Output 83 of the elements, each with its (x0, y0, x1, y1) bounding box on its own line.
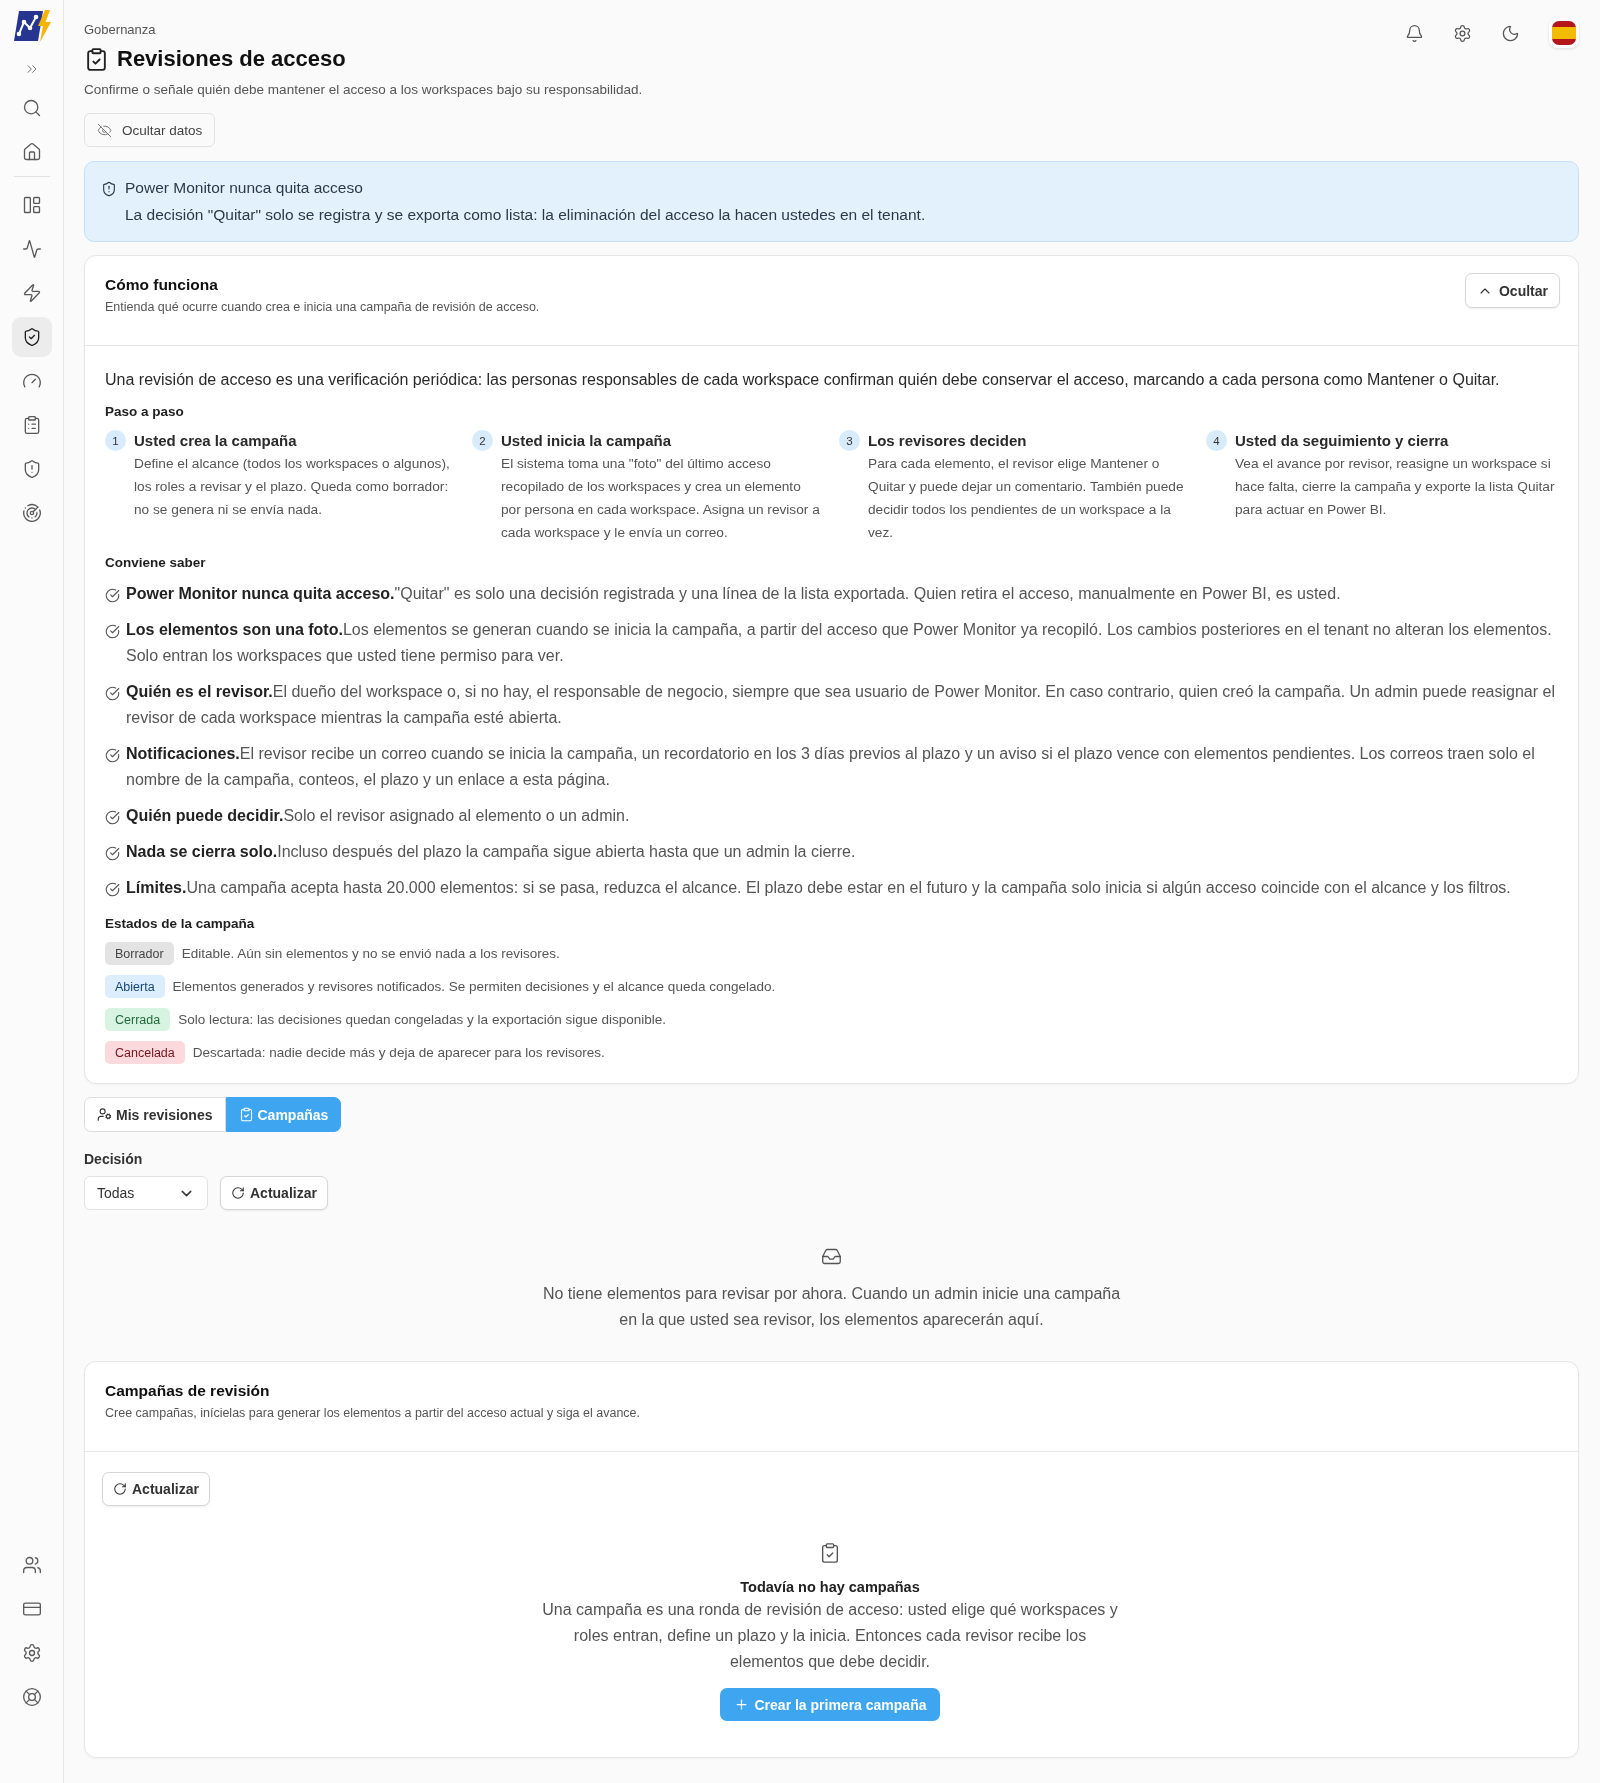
eye-off-icon (97, 122, 112, 138)
lightning-icon (21, 283, 42, 303)
home-icon (21, 142, 42, 162)
plus-icon (733, 1697, 749, 1712)
bell-icon[interactable] (1405, 23, 1424, 43)
step-title: Los revisores deciden (868, 431, 1028, 451)
check-circle-icon (105, 624, 120, 639)
user-icon (97, 1107, 112, 1122)
refresh-button[interactable]: Actualizar (102, 1472, 210, 1506)
section-heading: Conviene saber (105, 554, 207, 572)
check-circle-icon (105, 588, 120, 603)
step-number: 1 (105, 430, 126, 451)
status-badge: Abierta (105, 975, 165, 998)
note-text: Nada se cierra solo.Incluso después del plazo la campaña sigue abierta hasta que un admin la cierre. (126, 842, 856, 862)
lifebuoy-icon (21, 1687, 42, 1707)
intro-text: Una revisión de acceso es una verificación periódica: las personas responsables de cada workspace confirman quién debe conservar el acceso, marcando a cada persona como Mantener o Quitar. (105, 370, 1501, 390)
check-circle-icon (105, 882, 120, 897)
section-heading: Estados de la campaña (105, 915, 256, 933)
activity-icon (21, 239, 42, 259)
refresh-button[interactable]: Actualizar (220, 1176, 328, 1210)
section-heading: Paso a paso (105, 403, 185, 421)
card-subtitle: Entienda qué ocurre cuando crea e inicia una campaña de revisión de acceso. (105, 299, 540, 315)
step-description: Define el alcance (todos los workspaces o algunos), los roles a revisar y el plazo. Queda como borrador: no se genera ni se envía nada. (134, 455, 451, 519)
check-circle-icon (105, 846, 120, 861)
clipboard-check-icon (819, 1542, 841, 1564)
page-title: Revisiones de acceso (117, 45, 346, 73)
status-description: Elementos generados y revisores notificados. Se permiten decisiones y el alcance queda congelado. (172, 977, 776, 996)
radar-icon (21, 503, 42, 523)
status-badge: Cerrada (105, 1008, 171, 1031)
step-description: Para cada elemento, el revisor elige Mantener o Quitar y puede dejar un comentario. También puede decidir todos los pendientes de un workspace a la vez. (868, 455, 1185, 542)
check-circle-icon (105, 686, 120, 701)
step-number: 3 (839, 430, 860, 451)
note-text: Quién puede decidir.Solo el revisor asignado al elemento o un admin. (126, 806, 630, 826)
note-text: Límites.Una campaña acepta hasta 20.000 elementos: si se pasa, reduzca el alcance. El plazo debe estar en el futuro y la campaña solo inicia si algún acceso coincide con el alcance y los filtros. (126, 878, 1511, 898)
layout-icon (21, 195, 42, 215)
empty-message: No tiene elementos para revisar por ahora. Cuando un admin inicie una campaña en la que usted sea revisor, los elementos aparecerán aquí. (541, 1284, 1122, 1330)
decision-select[interactable]: Todas (84, 1176, 208, 1210)
note-text: Los elementos son una foto.Los elementos se generan cuando se inicia la campaña, a partir del acceso que Power Monitor ya recopiló. Los cambios posteriores en el tenant no alteran los elementos. Solo entran los workspaces que usted tiene permiso para ver. (126, 620, 1553, 666)
step-number: 4 (1206, 430, 1227, 451)
flag-icon (1552, 21, 1576, 45)
inbox-icon (821, 1246, 842, 1267)
check-circle-icon (105, 810, 120, 825)
banner-text: La decisión "Quitar" solo se registra y se exporta como lista: la eliminación del acceso la hacen ustedes en el tenant. (125, 205, 926, 225)
status-description: Solo lectura: las decisiones quedan congeladas y la exportación sigue disponible. (178, 1010, 666, 1029)
empty-message: Una campaña es una ronda de revisión de acceso: usted elige qué workspaces y roles entran, define un plazo y la inicia. Entonces cada revisor recibe los elementos que debe decidir. (541, 1600, 1119, 1672)
moon-icon[interactable] (1501, 23, 1520, 43)
hide-data-button[interactable]: Ocultar datos (84, 113, 216, 147)
field-label: Decisión (84, 1150, 144, 1168)
settings-icon (21, 1643, 42, 1663)
card-subtitle: Cree campañas, inícielas para generar los elementos a partir del acceso actual y siga el avance. (105, 1405, 640, 1421)
step-number: 2 (472, 430, 493, 451)
settings-icon[interactable] (1453, 23, 1472, 43)
banner-title: Power Monitor nunca quita acceso (125, 178, 364, 198)
empty-title: Todavía no hay campañas (740, 1578, 920, 1597)
shield-icon (101, 181, 117, 197)
collapse-button[interactable]: Ocultar (1465, 273, 1560, 308)
step-title: Usted crea la campaña (134, 431, 298, 451)
clipboard-check-icon (84, 46, 109, 72)
card-title: Cómo funciona (105, 275, 219, 295)
step-title: Usted da seguimiento y cierra (1235, 431, 1450, 451)
card-title: Campañas de revisión (105, 1381, 271, 1401)
note-text: Notificaciones.El revisor recibe un correo cuando se inicia la campaña, un recordatorio en los 3 días previos al plazo y un aviso si el plazo vence con elementos pendientes. Los correos traen solo el nombre de la campaña, conteos, el plazo y un enlace a esta página. (126, 744, 1536, 790)
step-description: Vea el avance por revisor, reasigne un workspace si hace falta, cierre la campaña y exporte la lista Quitar para actuar en Power BI. (1235, 455, 1556, 519)
status-description: Descartada: nadie decide más y deja de aparecer para los revisores. (192, 1043, 605, 1062)
search-icon (21, 98, 42, 118)
status-description: Editable. Aún sin elementos y no se envió nada a los revisores. (181, 944, 560, 963)
breadcrumb: Gobernanza (84, 21, 156, 39)
step-description: El sistema toma una "foto" del último acceso recopilado de los workspaces y crea un elemento por persona en cada workspace. Asigna un revisor a cada workspace y le envía un correo. (501, 455, 821, 542)
check-circle-icon (105, 748, 120, 763)
tab[interactable]: Mis revisiones (84, 1097, 226, 1132)
step-title: Usted inicia la campaña (501, 431, 673, 451)
status-badge: Borrador (105, 942, 174, 965)
page-subtitle: Confirme o señale quién debe mantener el acceso a los workspaces bajo su responsabilidad. (84, 81, 643, 99)
sidebar-item[interactable] (11, 317, 52, 357)
refresh-icon (231, 1186, 245, 1200)
note-text: Power Monitor nunca quita acceso."Quitar" es solo una decisión registrada y una línea de la lista exportada. Quien retira el acceso, manualmente en Power BI, es usted. (126, 584, 1341, 604)
refresh-icon (113, 1482, 127, 1496)
users-icon (21, 1555, 42, 1575)
clipboard-check-icon (238, 1107, 254, 1122)
status-badge: Cancelada (105, 1041, 185, 1064)
language-button[interactable] (1549, 18, 1579, 48)
note-text: Quién es el revisor.El dueño del workspace o, si no hay, el responsable de negocio, siempre que sea usuario de Power Monitor. En caso contrario, quien creó la campaña. Un admin puede reasignar el revisor de cada workspace mientras la campaña esté abierta. (126, 682, 1556, 728)
logo-icon (11, 9, 52, 43)
